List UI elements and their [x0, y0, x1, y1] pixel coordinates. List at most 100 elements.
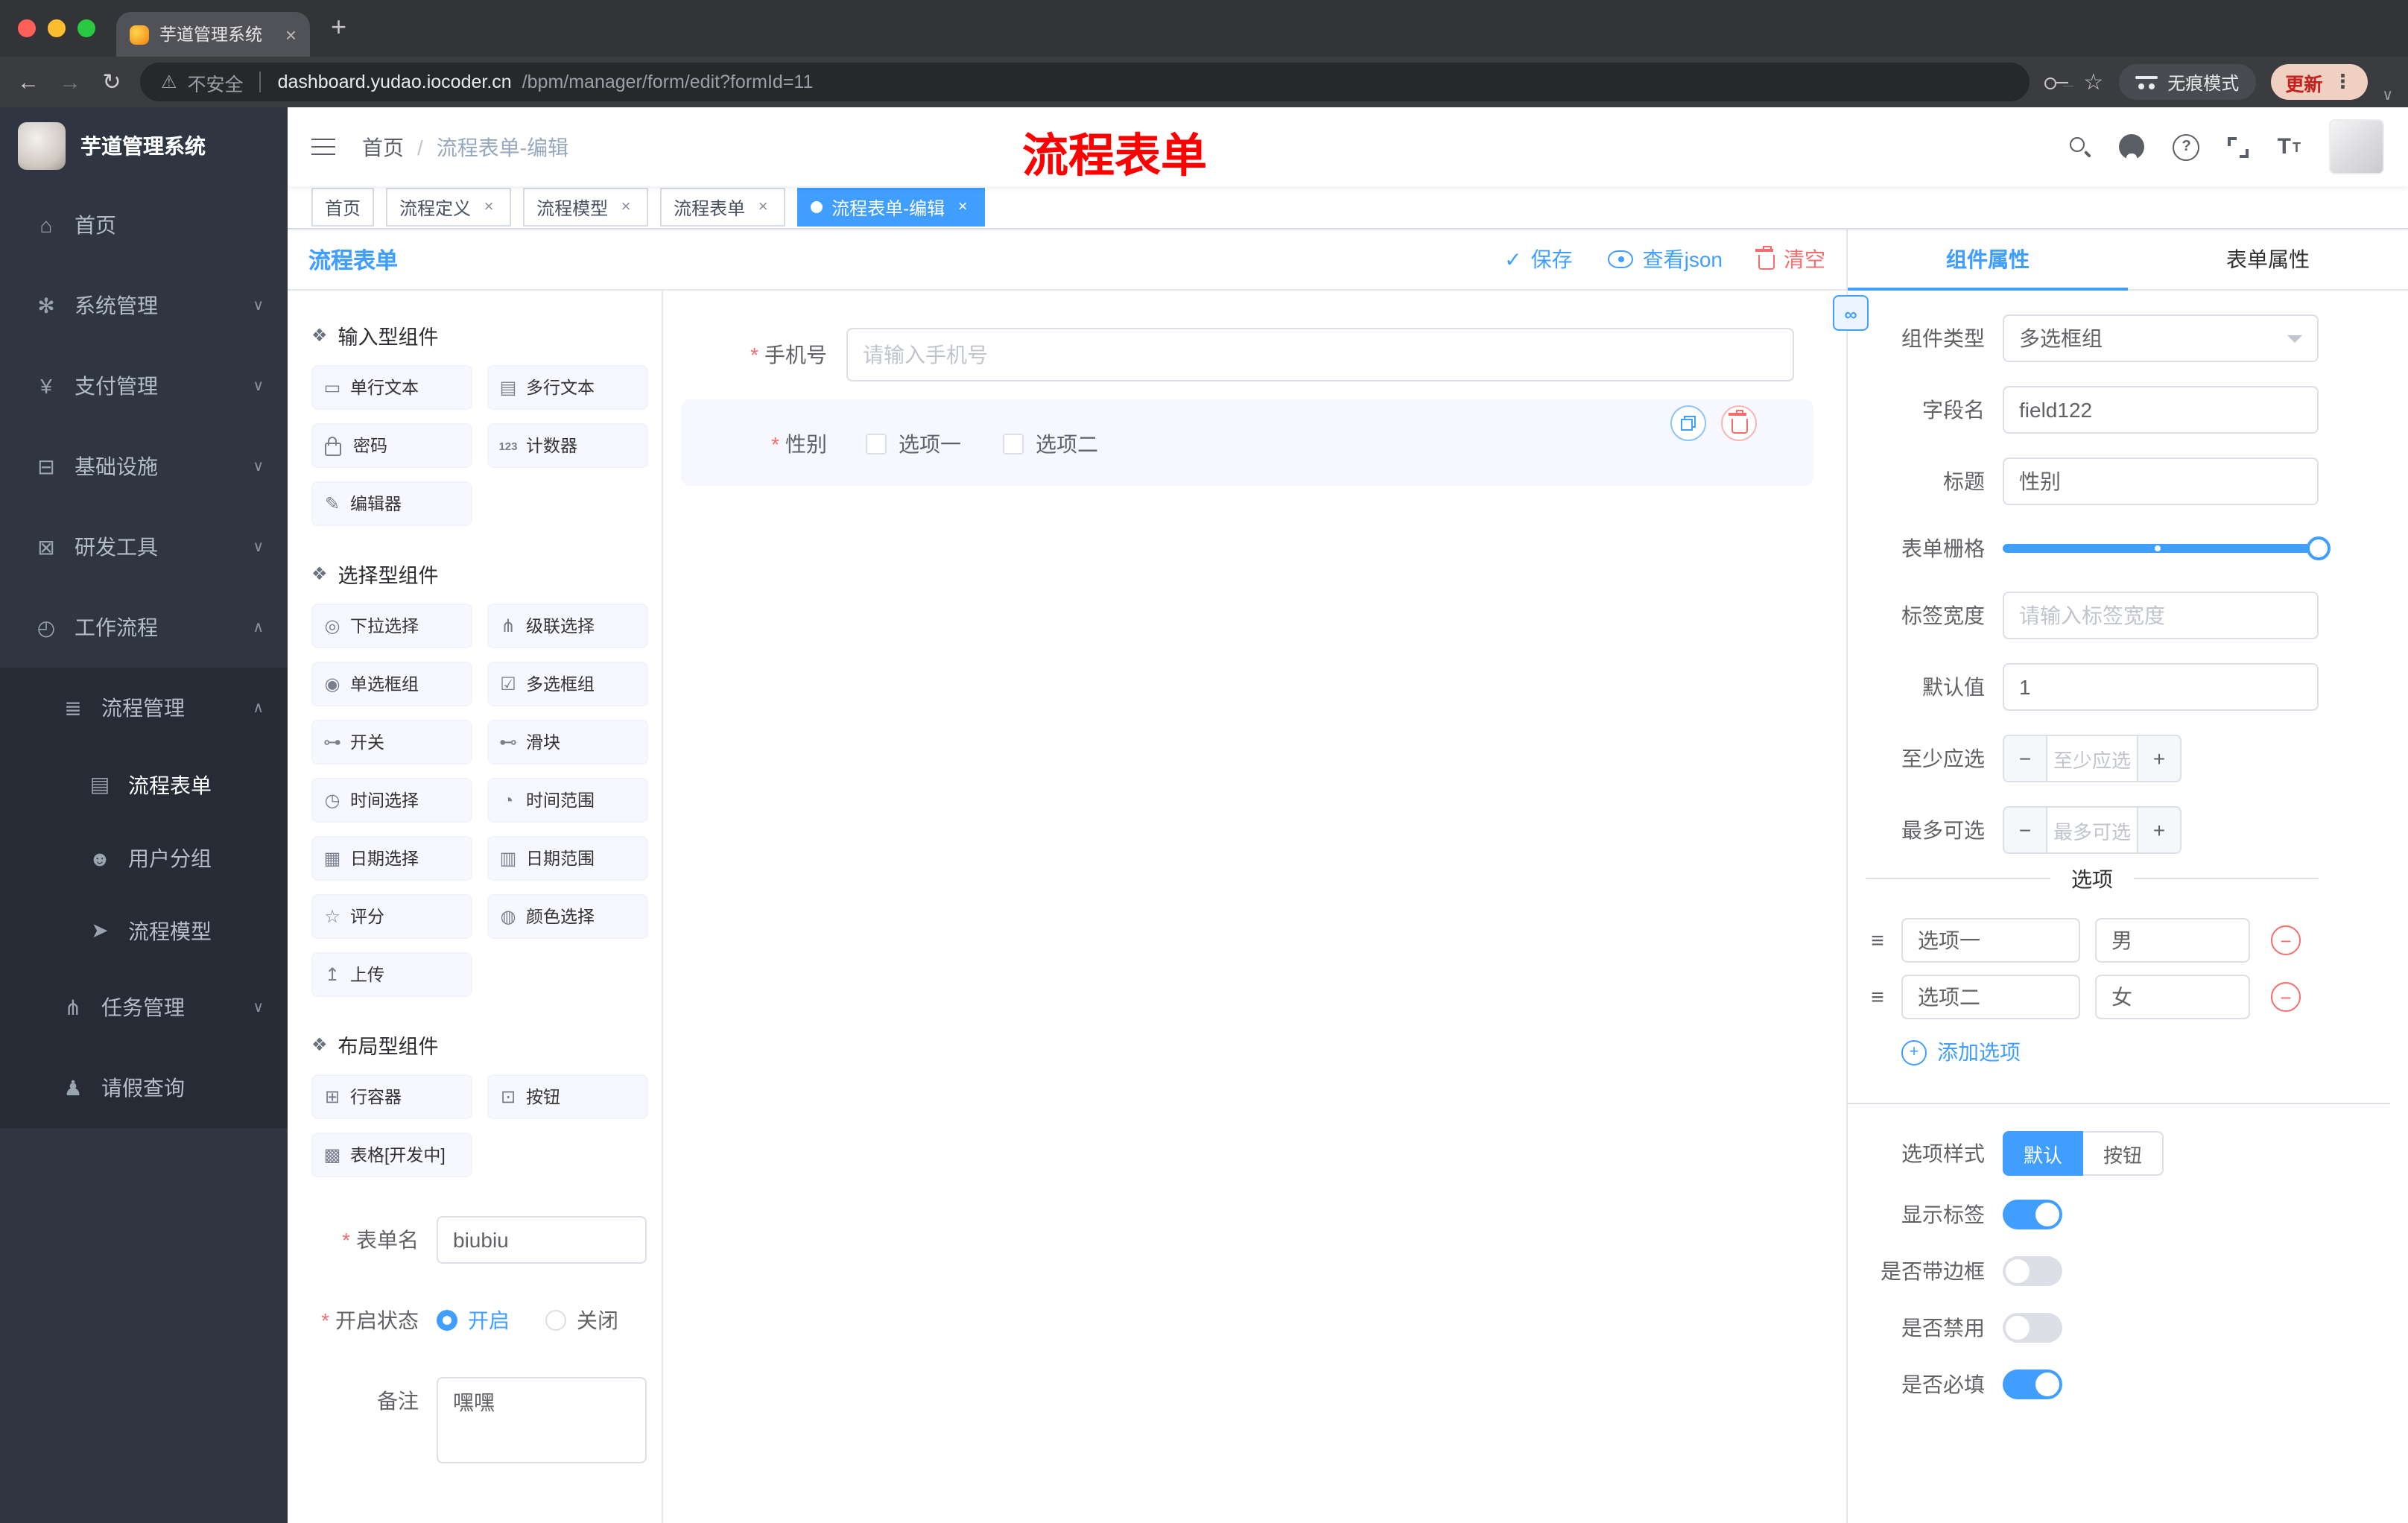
tag-process-form-edit[interactable]: 流程表单-编辑	[797, 188, 986, 227]
sidebar-item-system[interactable]: 系统管理	[0, 265, 288, 346]
new-tab-button[interactable]	[331, 13, 346, 40]
sidebar-item-process-form[interactable]: 流程表单	[0, 748, 288, 821]
show-label-switch[interactable]	[2003, 1200, 2062, 1229]
min-select-stepper[interactable]: 至少应选	[2003, 735, 2182, 782]
tag-close-icon[interactable]	[480, 198, 498, 216]
form-canvas[interactable]: 手机号 性别	[663, 291, 1846, 1523]
sidebar-toggle-icon[interactable]	[311, 138, 335, 156]
decrease-button[interactable]	[2004, 736, 2047, 781]
sidebar-item-devtools[interactable]: 研发工具	[0, 507, 288, 587]
palette-item-date-picker[interactable]: 日期选择	[311, 836, 472, 881]
checkbox-box[interactable]	[1003, 434, 1024, 455]
option-value-input[interactable]	[2095, 975, 2250, 1019]
tag-process-model[interactable]: 流程模型	[523, 188, 649, 227]
grid-slider[interactable]	[2003, 536, 2331, 560]
delete-component-button[interactable]	[1721, 405, 1757, 441]
palette-item-radio-group[interactable]: 单选框组	[311, 662, 472, 706]
gender-option-1-checkbox[interactable]: 选项一	[866, 429, 961, 459]
sidebar-item-leave-query[interactable]: 请假查询	[0, 1048, 288, 1128]
tag-home[interactable]: 首页	[311, 188, 375, 227]
copy-component-button[interactable]	[1670, 405, 1706, 441]
save-button[interactable]: 保存	[1504, 244, 1573, 274]
tag-process-definition[interactable]: 流程定义	[386, 188, 512, 227]
sidebar-item-process-management[interactable]: 流程管理	[0, 668, 288, 748]
palette-item-slider[interactable]: 滑块	[487, 720, 648, 764]
palette-item-checkbox-group[interactable]: 多选框组	[487, 662, 648, 706]
sidebar-item-workflow[interactable]: 工作流程	[0, 587, 288, 668]
palette-item-date-range[interactable]: 日期范围	[487, 836, 648, 881]
sidebar-item-user-groups[interactable]: 用户分组	[0, 821, 288, 894]
update-button[interactable]: 更新	[2270, 64, 2368, 100]
palette-item-select[interactable]: 下拉选择	[311, 604, 472, 648]
palette-item-row-container[interactable]: 行容器	[311, 1074, 472, 1119]
toolbar-chevron-icon[interactable]	[2382, 88, 2393, 104]
palette-item-counter[interactable]: 计数器	[487, 423, 648, 468]
breadcrumb-home[interactable]: 首页	[362, 132, 404, 162]
slider-handle[interactable]	[2307, 536, 2331, 560]
not-secure-warning-icon[interactable]	[161, 72, 177, 92]
palette-item-single-text[interactable]: 单行文本	[311, 365, 472, 410]
increase-button[interactable]	[2137, 736, 2180, 781]
option-label-input[interactable]	[1901, 975, 2080, 1019]
checkbox-box[interactable]	[866, 434, 887, 455]
github-icon[interactable]	[2119, 134, 2145, 159]
view-json-button[interactable]: 查看json	[1608, 244, 1723, 274]
status-off-radio[interactable]: 关闭	[545, 1296, 618, 1344]
slider-track[interactable]	[2003, 536, 2331, 560]
add-option-button[interactable]: 添加选项	[1901, 1037, 2021, 1067]
palette-item-table[interactable]: 表格[开发中]	[311, 1133, 472, 1177]
required-switch[interactable]	[2003, 1370, 2062, 1399]
status-on-radio[interactable]: 开启	[437, 1296, 510, 1344]
link-button[interactable]	[1833, 295, 1869, 331]
address-bar[interactable]: 不安全 dashboard.yudao.iocoder.cn/bpm/manag…	[140, 63, 2030, 101]
palette-item-upload[interactable]: 上传	[311, 952, 472, 997]
tag-close-icon[interactable]	[617, 198, 635, 216]
window-zoom-button[interactable]	[77, 19, 95, 37]
remove-option-icon[interactable]	[2271, 982, 2301, 1012]
remove-option-icon[interactable]	[2271, 925, 2301, 955]
palette-item-rate[interactable]: 评分	[311, 894, 472, 939]
reload-button[interactable]	[98, 69, 125, 95]
decrease-button[interactable]	[2004, 808, 2047, 852]
clear-button[interactable]: 清空	[1755, 244, 1825, 274]
increase-button[interactable]	[2137, 808, 2180, 852]
sidebar-item-infrastructure[interactable]: 基础设施	[0, 426, 288, 507]
window-close-button[interactable]	[18, 19, 36, 37]
gender-option-2-checkbox[interactable]: 选项二	[1003, 429, 1098, 459]
default-value-input[interactable]	[2003, 663, 2319, 711]
sidebar-item-task-management[interactable]: 任务管理	[0, 967, 288, 1048]
drag-handle-icon[interactable]	[1866, 928, 1889, 953]
palette-item-time-picker[interactable]: 时间选择	[311, 778, 472, 823]
sidebar-item-payment[interactable]: 支付管理	[0, 346, 288, 426]
component-type-select[interactable]: 多选框组	[2003, 314, 2319, 362]
option-label-input[interactable]	[1901, 918, 2080, 963]
max-select-stepper[interactable]: 最多可选	[2003, 806, 2182, 854]
phone-field[interactable]: 手机号	[663, 328, 1794, 381]
disabled-switch[interactable]	[2003, 1313, 2062, 1343]
help-icon[interactable]	[2173, 133, 2200, 160]
tab-component-props[interactable]: 组件属性	[1848, 229, 2128, 291]
tag-close-icon[interactable]	[754, 198, 772, 216]
palette-item-multi-text[interactable]: 多行文本	[487, 365, 648, 410]
border-switch[interactable]	[2003, 1256, 2062, 1286]
tab-close-icon[interactable]	[285, 22, 297, 46]
form-name-input[interactable]	[437, 1216, 647, 1264]
form-remark-textarea[interactable]: 嘿嘿	[437, 1377, 647, 1463]
palette-item-button[interactable]: 按钮	[487, 1074, 648, 1119]
sidebar-item-home[interactable]: 首页	[0, 185, 288, 265]
title-input[interactable]	[2003, 457, 2319, 505]
browser-tab[interactable]: 芋道管理系统	[116, 12, 310, 57]
tag-process-form[interactable]: 流程表单	[660, 188, 786, 227]
tab-form-props[interactable]: 表单属性	[2128, 229, 2408, 289]
palette-item-switch[interactable]: 开关	[311, 720, 472, 764]
password-key-icon[interactable]	[2044, 75, 2069, 89]
search-icon[interactable]	[2069, 136, 2091, 158]
label-width-input[interactable]	[2003, 592, 2319, 639]
palette-item-time-range[interactable]: 时间范围	[487, 778, 648, 823]
gender-field-selected[interactable]: 性别 选项一 选项二	[681, 399, 1813, 486]
drag-handle-icon[interactable]	[1866, 984, 1889, 1010]
avatar[interactable]	[2329, 119, 2384, 174]
tag-close-icon[interactable]	[954, 198, 972, 216]
palette-item-password[interactable]: 密码	[311, 423, 472, 468]
option-value-input[interactable]	[2095, 918, 2250, 963]
